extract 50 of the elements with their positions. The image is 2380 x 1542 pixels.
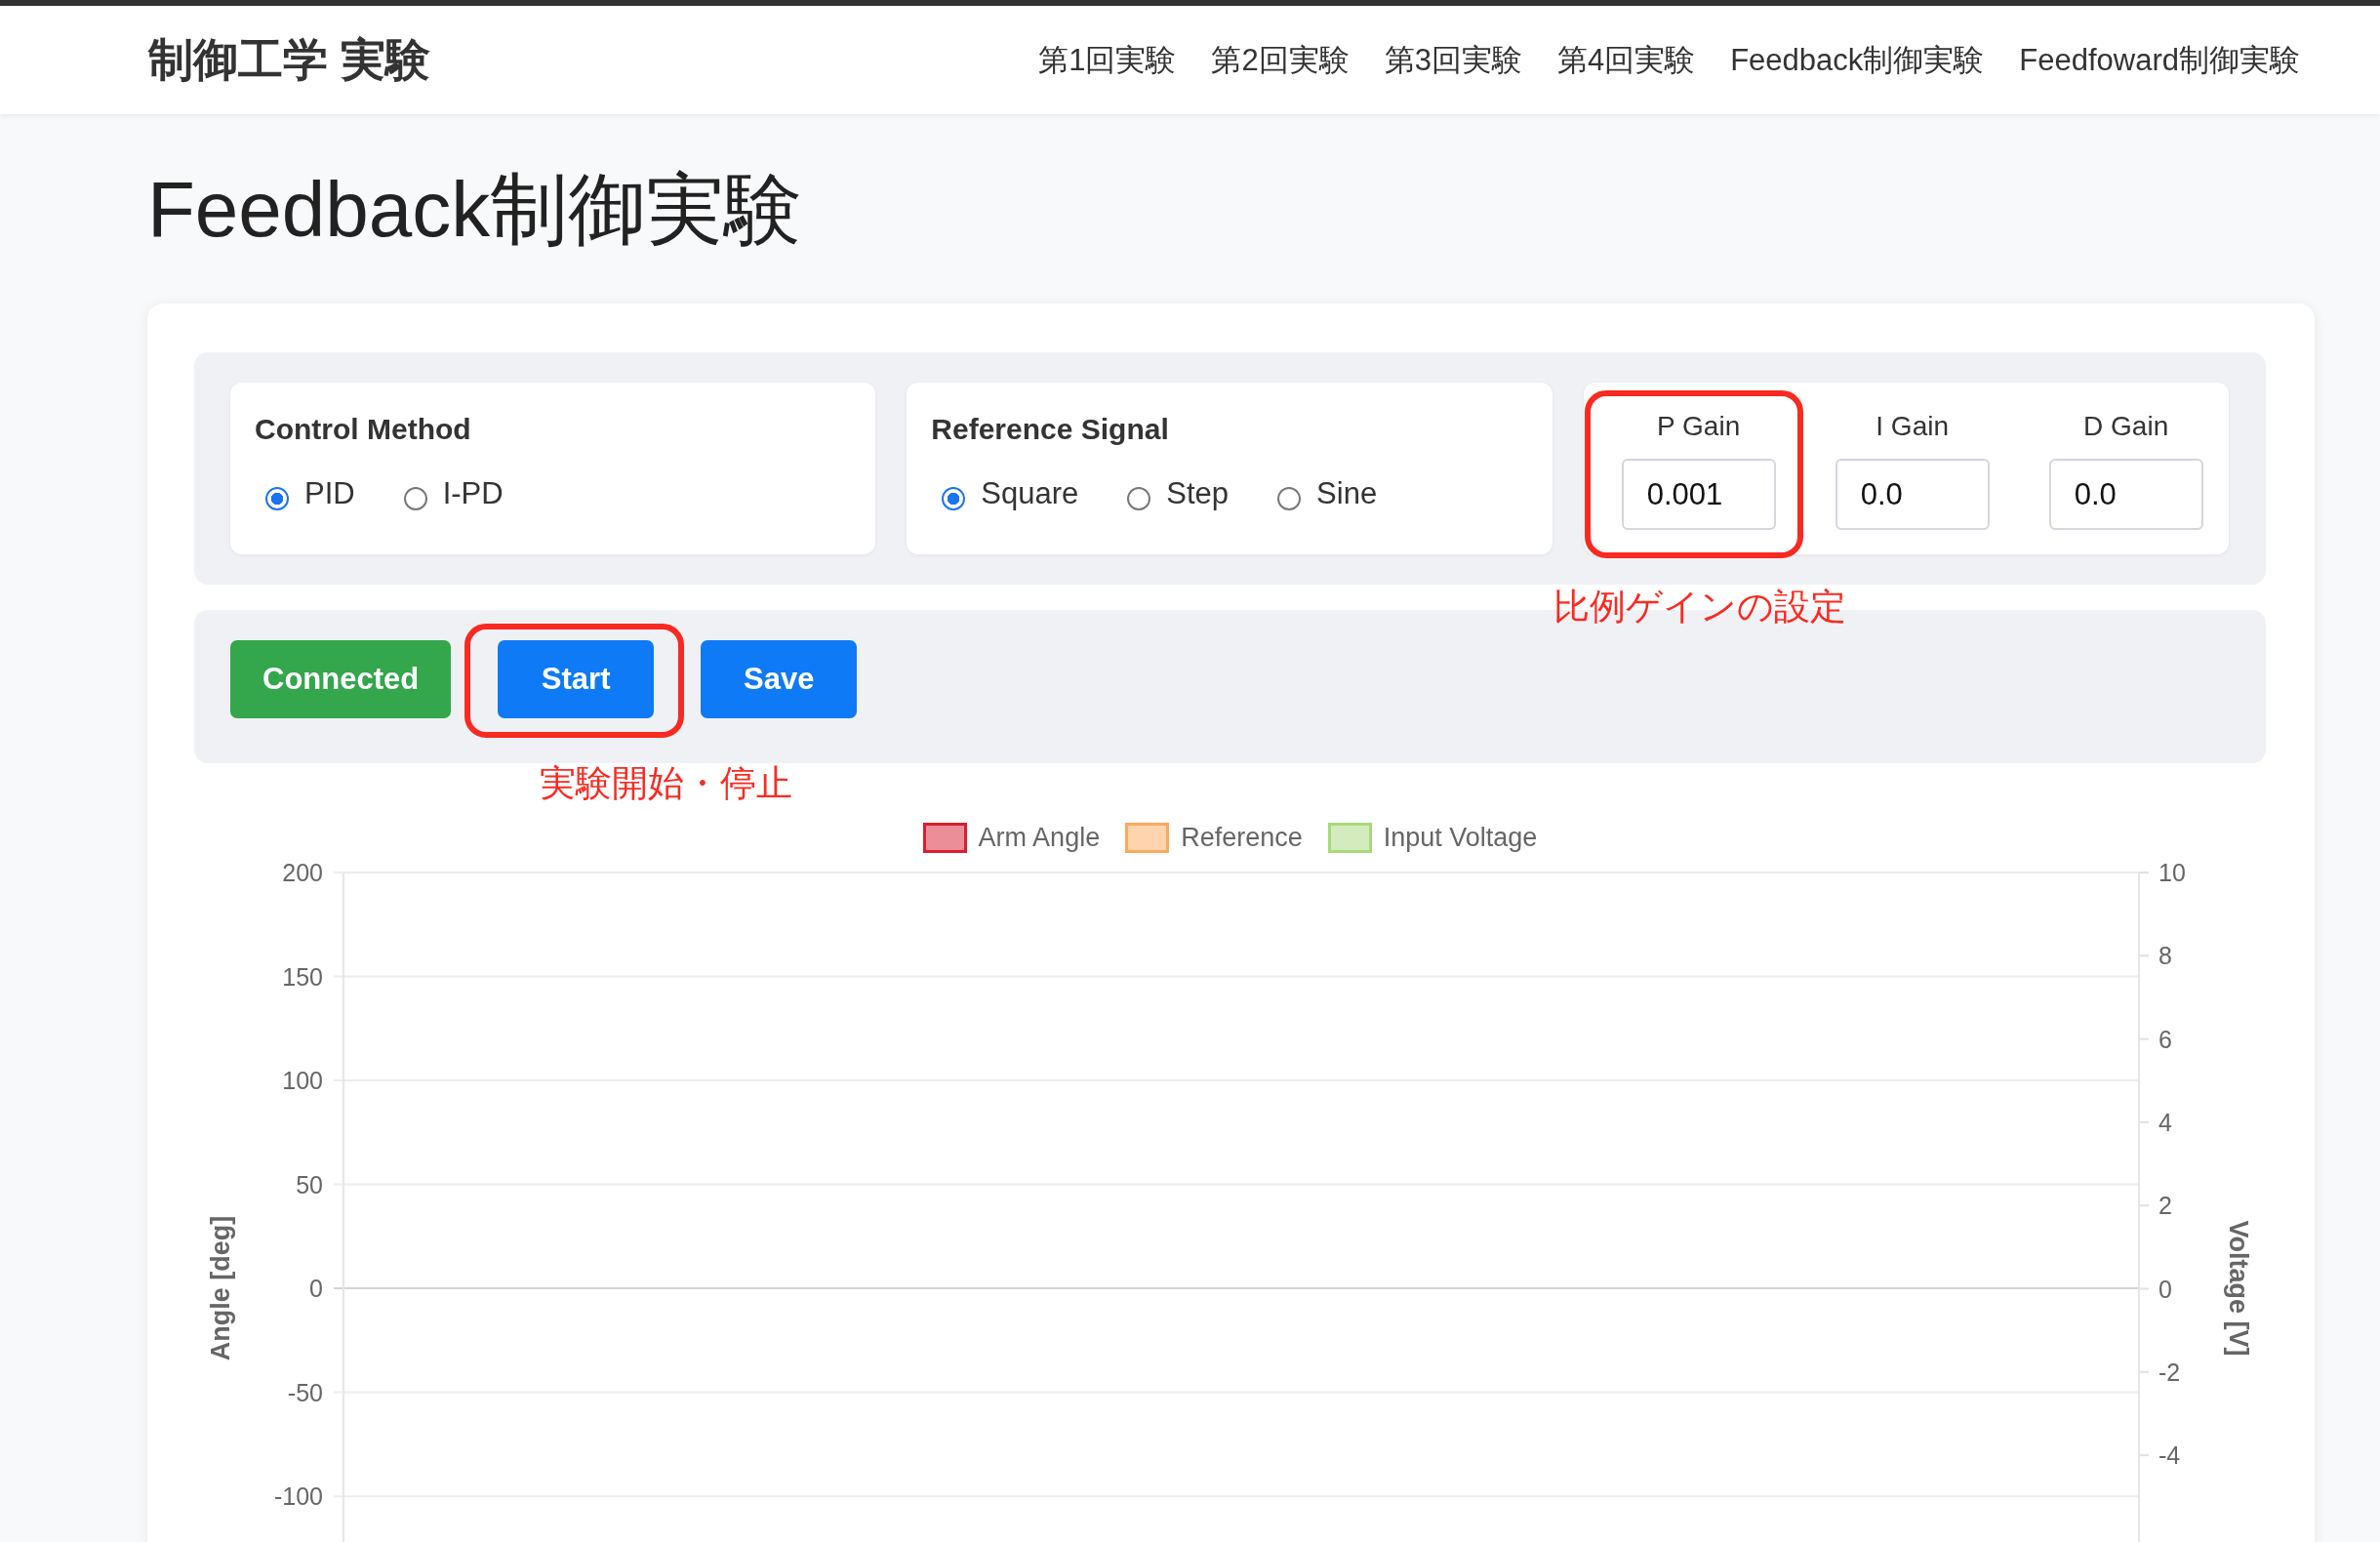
axis-tick-label: -50 — [287, 1378, 323, 1406]
radio-label: Sine — [1316, 475, 1378, 512]
gain-input[interactable]: 0.0 — [1835, 459, 1990, 530]
radio-label: Square — [981, 475, 1079, 512]
legend-label: Reference — [1181, 823, 1303, 853]
axis-tick-label: 200 — [282, 859, 323, 886]
axis-title: Voltage [V] — [2224, 1220, 2253, 1357]
radio-label: PID — [304, 475, 355, 512]
radio-button[interactable] — [1277, 487, 1302, 510]
legend-label: Arm Angle — [978, 823, 1101, 853]
axis-tick-label: 8 — [2158, 942, 2172, 970]
brand-link[interactable]: 制御工学 実験 — [148, 29, 430, 91]
card-title: Control Method — [255, 412, 472, 447]
axis-tick-label: -2 — [2158, 1358, 2181, 1386]
gain-label: P Gain — [1657, 410, 1741, 443]
axis-tick-label: 100 — [282, 1067, 323, 1095]
action-button[interactable]: Start — [498, 640, 655, 718]
radio-label: I-PD — [442, 475, 504, 512]
axis-tick-label: 0 — [309, 1275, 323, 1303]
card-title: Reference Signal — [931, 412, 1170, 447]
nav-link[interactable]: 第1回実験 — [1038, 39, 1177, 81]
gain-input[interactable]: 0.001 — [1621, 459, 1776, 530]
axis-tick-label: 2 — [2158, 1192, 2172, 1220]
axis-tick-label: 4 — [2158, 1108, 2172, 1136]
page-title: Feedback制御実験 — [147, 165, 804, 255]
axis-tick-label: 150 — [282, 962, 323, 991]
annotation-caption: 比例ゲインの設定 — [1553, 587, 1846, 628]
axis-title: Angle [deg] — [206, 1215, 235, 1361]
action-button[interactable]: Save — [701, 640, 858, 718]
nav-link[interactable]: 第4回実験 — [1556, 39, 1696, 81]
axis-tick-label: -100 — [273, 1482, 323, 1511]
radio-label: Step — [1166, 475, 1230, 512]
gain-label: I Gain — [1876, 410, 1949, 443]
gain-input[interactable]: 0.0 — [2048, 459, 2203, 530]
nav-link[interactable]: Feedback制御実験 — [1730, 39, 1985, 81]
radio-button[interactable] — [265, 487, 289, 510]
nav-link[interactable]: 第2回実験 — [1211, 39, 1350, 81]
axis-tick-label: 50 — [296, 1170, 323, 1198]
nav-link[interactable]: Feedfoward制御実験 — [2019, 39, 2300, 81]
axis-tick-label: 0 — [2158, 1275, 2172, 1303]
radio-button[interactable] — [1127, 487, 1151, 510]
gain-label: D Gain — [2083, 410, 2169, 443]
nav-link[interactable]: 第3回実験 — [1384, 39, 1522, 81]
radio-button[interactable] — [403, 487, 427, 510]
axis-tick-label: -4 — [2158, 1441, 2181, 1470]
annotation-caption: 実験開始・停止 — [540, 763, 793, 804]
axis-tick-label: 6 — [2158, 1025, 2172, 1053]
axis-tick-label: 10 — [2158, 859, 2186, 886]
legend-label: Input Voltage — [1383, 823, 1538, 853]
radio-button[interactable] — [942, 487, 966, 510]
